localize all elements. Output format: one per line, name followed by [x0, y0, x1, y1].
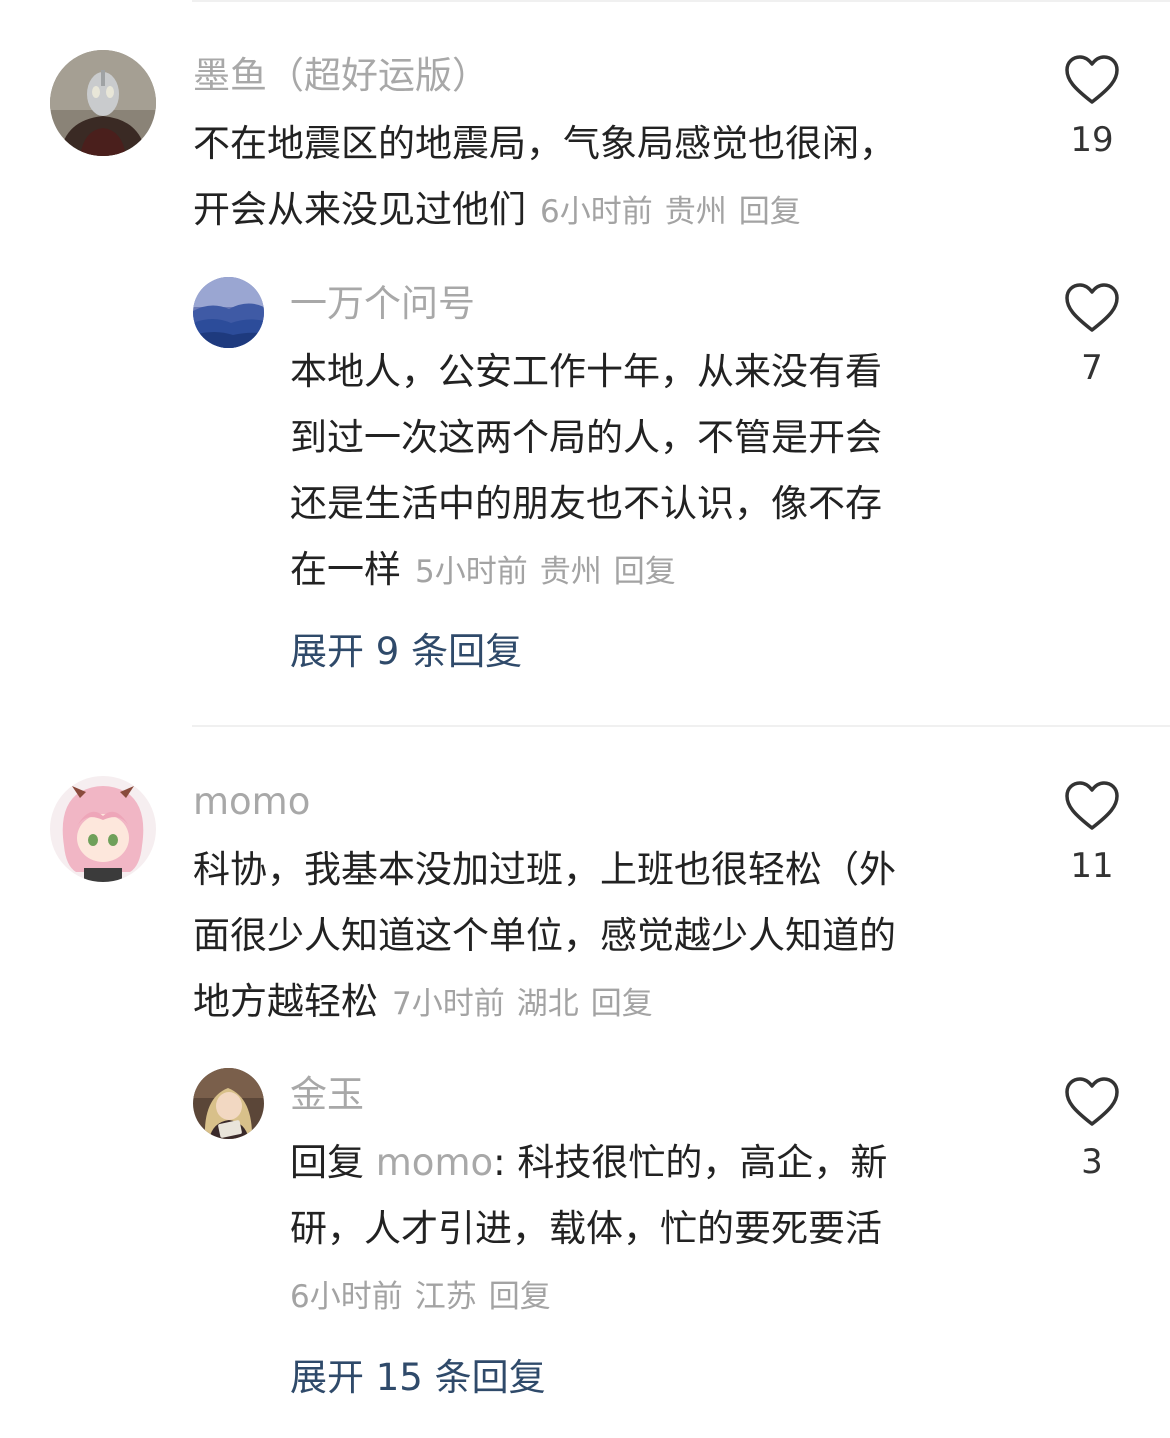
reply-body: 本地人，公安工作十年，从来没有看 到过一次这两个局的人，不管是开会 还是生活中的…	[290, 339, 882, 603]
like-control: 19	[1062, 54, 1122, 162]
comment-text-line: 地方越轻松 7小时前 湖北 回复	[193, 969, 896, 1035]
comment-meta: 6小时前 贵州 回复	[540, 194, 801, 230]
reply-text: : 科技很忙的，高企，新	[493, 1141, 888, 1184]
reply-button[interactable]: 回复	[489, 1279, 551, 1315]
comment-time: 7小时前	[392, 986, 505, 1022]
avatar[interactable]	[50, 776, 156, 882]
like-control: 11	[1062, 780, 1122, 888]
mention-link[interactable]: momo	[376, 1141, 493, 1184]
comment-time: 6小时前	[540, 194, 653, 230]
reply-prefix-label: 回复	[290, 1141, 364, 1184]
reply-text-line: 还是生活中的朋友也不认识，像不存	[290, 482, 882, 525]
heart-icon[interactable]	[1064, 780, 1120, 832]
like-count: 19	[1070, 120, 1114, 160]
reply-username[interactable]: 金玉	[290, 1071, 364, 1119]
reply-location: 贵州	[539, 554, 602, 590]
comment-divider	[192, 725, 1170, 727]
top-divider	[192, 0, 1170, 2]
avatar[interactable]	[193, 277, 264, 348]
reply-text-line: 在一样 5小时前 贵州 回复	[290, 537, 882, 603]
ultraman-avatar-icon	[50, 50, 156, 156]
comment-meta: 7小时前 湖北 回复	[392, 986, 653, 1022]
comment-location: 贵州	[664, 194, 727, 230]
comment-text-line: 不在地震区的地震局，气象局感觉也很闲，	[193, 122, 896, 165]
reply-text: 在一样	[290, 548, 401, 591]
like-count: 11	[1070, 846, 1114, 886]
comment-username[interactable]: momo	[193, 778, 310, 826]
comment-text-line: 开会从来没见过他们 6小时前 贵州 回复	[193, 177, 896, 243]
like-count: 3	[1081, 1142, 1103, 1182]
like-count: 7	[1081, 348, 1103, 388]
like-control: 7	[1062, 282, 1122, 390]
comment-username[interactable]: 墨鱼（超好运版）	[193, 52, 489, 100]
landscape-avatar-icon	[193, 277, 264, 348]
reply-button[interactable]: 回复	[614, 554, 676, 590]
heart-icon[interactable]	[1064, 282, 1120, 334]
reply-text-line: 到过一次这两个局的人，不管是开会	[290, 416, 882, 459]
reply-meta: 6小时前 江苏 回复	[290, 1279, 551, 1315]
reply-username[interactable]: 一万个问号	[290, 280, 475, 328]
reply-text-line: 回复 momo: 科技很忙的，高企，新	[290, 1130, 887, 1196]
comment-location: 湖北	[516, 986, 579, 1022]
reply-button[interactable]: 回复	[591, 986, 653, 1022]
reply-time: 6小时前	[290, 1279, 403, 1315]
expand-replies-button[interactable]: 展开 9 条回复	[290, 627, 522, 677]
reply-meta-line: 6小时前 江苏 回复	[290, 1262, 887, 1328]
comment-text: 地方越轻松	[193, 980, 378, 1023]
avatar[interactable]	[50, 50, 156, 156]
expand-replies-button[interactable]: 展开 15 条回复	[290, 1353, 546, 1403]
heart-icon[interactable]	[1064, 1076, 1120, 1128]
heart-icon[interactable]	[1064, 54, 1120, 106]
reading-girl-avatar-icon	[193, 1068, 264, 1139]
comment-body: 不在地震区的地震局，气象局感觉也很闲， 开会从来没见过他们 6小时前 贵州 回复	[193, 111, 896, 243]
comment-text-line: 科协，我基本没加过班，上班也很轻松（外	[193, 848, 896, 891]
reply-body: 回复 momo: 科技很忙的，高企，新 研，人才引进，载体，忙的要死要活 6小时…	[290, 1130, 887, 1328]
comment-body: 科协，我基本没加过班，上班也很轻松（外 面很少人知道这个单位，感觉越少人知道的 …	[193, 837, 896, 1035]
comment-text-line: 面很少人知道这个单位，感觉越少人知道的	[193, 914, 896, 957]
comment-text: 开会从来没见过他们	[193, 188, 526, 231]
reply-location: 江苏	[414, 1279, 477, 1315]
like-control: 3	[1062, 1076, 1122, 1184]
reply-text-line: 研，人才引进，载体，忙的要死要活	[290, 1207, 882, 1250]
reply-time: 5小时前	[415, 554, 528, 590]
reply-meta: 5小时前 贵州 回复	[415, 554, 676, 590]
avatar[interactable]	[193, 1068, 264, 1139]
anime-girl-avatar-icon	[50, 776, 156, 882]
reply-text-line: 本地人，公安工作十年，从来没有看	[290, 350, 882, 393]
reply-button[interactable]: 回复	[739, 194, 801, 230]
